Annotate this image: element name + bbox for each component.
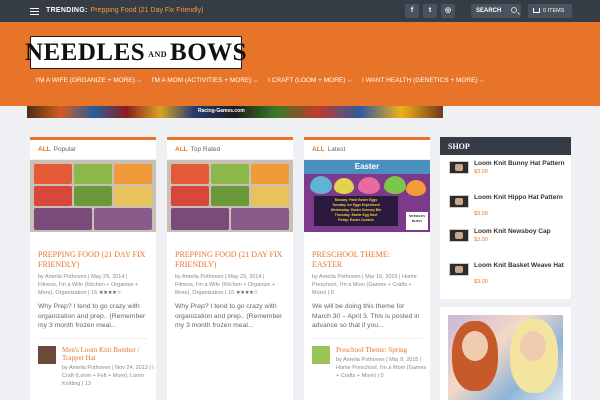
post-excerpt: Why Prep? I tend to go crazy with organi… bbox=[175, 303, 283, 329]
tab-all-label: ALL bbox=[175, 146, 188, 153]
twitter-icon[interactable]: t bbox=[423, 4, 437, 18]
site-logo[interactable]: NEEDLES AND BOWS bbox=[25, 36, 247, 69]
post-title[interactable]: PREPPING FOOD (21 DAY FIX FRIENDLY) bbox=[175, 250, 285, 270]
chevron-down-icon: ⌵ bbox=[347, 78, 352, 84]
nav-item-craft[interactable]: I CRAFT (LOOM + MORE) ⌵ bbox=[268, 77, 352, 85]
nav-item-wife[interactable]: I'M A WIFE (ORGANIZE + MORE) ⌵ bbox=[36, 77, 142, 85]
tab-popular[interactable]: ALL Popular bbox=[30, 140, 156, 160]
tab-label: Latest bbox=[327, 146, 346, 153]
logo-text-bows: BOWS bbox=[170, 38, 248, 66]
tab-all-label: ALL bbox=[312, 146, 325, 153]
nav-item-label: I CRAFT (LOOM + MORE) bbox=[268, 77, 346, 84]
schedule-line: Friday: Easter Cookies bbox=[338, 218, 374, 222]
post-meta: by Amelia Pothoven | Mar 16, 2015 | Home… bbox=[312, 274, 417, 296]
product-thumbnail[interactable] bbox=[449, 161, 469, 174]
ad-image[interactable] bbox=[448, 315, 563, 400]
instagram-icon[interactable]: ◎ bbox=[441, 4, 455, 18]
post-card-latest: ALL Latest Easter Monday: Paint Easter Eg… bbox=[304, 137, 430, 400]
post-meta: by Amelia Pothoven | May 29, 2014 | Fitn… bbox=[38, 273, 148, 297]
tab-top-rated[interactable]: ALL Top Rated bbox=[167, 140, 293, 160]
nav-item-label: I'M A WIFE (ORGANIZE + MORE) bbox=[36, 77, 135, 84]
trending-label: TRENDING: bbox=[46, 7, 88, 14]
main-nav: I'M A WIFE (ORGANIZE + MORE) ⌵ I'M A MOM … bbox=[36, 77, 484, 85]
post-thumbnail[interactable] bbox=[30, 160, 156, 232]
search-placeholder: SEARCH bbox=[476, 8, 502, 14]
divider bbox=[312, 337, 422, 339]
product-item[interactable]: Loom Knit Newsboy Cap $3.00 bbox=[440, 223, 571, 257]
menu-icon[interactable] bbox=[30, 8, 39, 15]
product-thumbnail[interactable] bbox=[449, 229, 469, 242]
tab-label: Popular bbox=[53, 146, 77, 153]
product-name[interactable]: Loom Knit Basket Weave Hat bbox=[474, 262, 566, 271]
facebook-icon[interactable]: f bbox=[405, 4, 419, 18]
product-thumbnail[interactable] bbox=[449, 263, 469, 276]
tab-all-label: ALL bbox=[38, 146, 51, 153]
product-item[interactable]: Loom Knit Bunny Hat Pattern $3.00 bbox=[440, 155, 571, 189]
post-meta: by Amelia Pothoven | May 29, 2014 | Fitn… bbox=[175, 273, 285, 297]
easter-image-heading: Easter bbox=[304, 160, 430, 174]
post-thumbnail[interactable] bbox=[167, 160, 293, 232]
sidebar-ad[interactable] bbox=[440, 307, 571, 400]
nav-item-health[interactable]: I WANT HEALTH (GENETICS + MORE) ⌵ bbox=[362, 77, 484, 85]
product-price: $3.00 bbox=[474, 211, 488, 217]
post-title[interactable]: PREPPING FOOD (21 DAY FIX FRIENDLY) bbox=[38, 250, 148, 270]
post-card-popular: ALL Popular PREPPING FOOD (21 DAY FIX FRI… bbox=[30, 137, 156, 400]
divider bbox=[38, 337, 148, 339]
nav-item-label: I WANT HEALTH (GENETICS + MORE) bbox=[361, 77, 478, 84]
search-icon[interactable] bbox=[511, 7, 517, 13]
chevron-down-icon: ⌵ bbox=[136, 78, 142, 84]
mini-post-title[interactable]: Men's Loom Knit Bomber / Trapper Hat bbox=[62, 346, 154, 363]
post-meta-text: by Amelia Pothoven | May 29, 2014 | Fitn… bbox=[175, 274, 276, 296]
cart-count: 0 ITEMS bbox=[543, 8, 565, 14]
easter-schedule: Monday: Paint Easter Eggs Tuesday: Ice E… bbox=[314, 196, 398, 226]
list-item[interactable]: Preschool Theme: Spring by Amelia Pothov… bbox=[312, 345, 426, 400]
post-card-top-rated: ALL Top Rated PREPPING FOOD (21 DAY FIX F… bbox=[167, 137, 293, 400]
search-input[interactable]: SEARCH bbox=[471, 4, 521, 18]
product-price: $3.00 bbox=[474, 279, 488, 285]
mini-post-meta: by Amelia Pothoven | Nov 24, 2013 | I Cr… bbox=[62, 364, 154, 387]
ad-banner[interactable]: Racing-Games.com bbox=[27, 106, 443, 118]
shop-widget: SHOP Loom Knit Bunny Hat Pattern $3.00 L… bbox=[440, 137, 571, 299]
cart-button[interactable]: 0 ITEMS bbox=[528, 4, 572, 18]
product-item[interactable]: Loom Knit Basket Weave Hat $3.00 bbox=[440, 257, 571, 297]
product-thumbnail[interactable] bbox=[449, 195, 469, 208]
post-thumbnail[interactable]: Easter Monday: Paint Easter Eggs Tuesday… bbox=[304, 160, 430, 232]
list-item[interactable]: Men's Loom Knit Bomber / Trapper Hat by … bbox=[38, 345, 154, 400]
mini-post-meta: by Amelia Pothoven | Mar 9, 2015 | Home … bbox=[336, 356, 427, 379]
watermark-logo: NEEDLES BOWS bbox=[406, 212, 428, 230]
post-title[interactable]: PRESCHOOL THEME: EASTER bbox=[312, 250, 422, 270]
logo-text-needles: NEEDLES bbox=[24, 38, 146, 66]
product-name[interactable]: Loom Knit Bunny Hat Pattern bbox=[474, 160, 566, 169]
product-item[interactable]: Loom Knit Hippo Hat Pattern $3.00 bbox=[440, 189, 571, 223]
nav-item-label: I'M A MOM (ACTIVITIES + MORE) bbox=[151, 77, 252, 84]
mini-thumbnail[interactable] bbox=[312, 345, 330, 364]
mini-post-title[interactable]: Preschool Theme: Spring bbox=[336, 346, 428, 355]
site-header: NEEDLES AND BOWS I'M A WIFE (ORGANIZE + … bbox=[0, 22, 600, 106]
product-name[interactable]: Loom Knit Hippo Hat Pattern bbox=[474, 194, 566, 203]
tab-label: Top Rated bbox=[190, 146, 221, 153]
banner-text: Racing-Games.com bbox=[198, 108, 245, 114]
top-bar: TRENDING: Prepping Food (21 Day Fix Frien… bbox=[0, 0, 600, 22]
nav-item-mom[interactable]: I'M A MOM (ACTIVITIES + MORE) ⌵ bbox=[152, 77, 259, 85]
rating-stars: ★★★★☆ bbox=[98, 290, 122, 296]
trending-ticker: TRENDING: Prepping Food (21 Day Fix Frien… bbox=[46, 7, 203, 14]
mini-thumbnail[interactable] bbox=[38, 345, 56, 364]
product-price: $3.00 bbox=[474, 169, 488, 175]
chevron-down-icon: ⌵ bbox=[479, 78, 485, 84]
chevron-down-icon: ⌵ bbox=[253, 78, 259, 84]
post-meta-text: by Amelia Pothoven | May 29, 2014 | Fitn… bbox=[38, 274, 139, 296]
shop-title: SHOP bbox=[440, 137, 571, 155]
product-price: $3.00 bbox=[474, 237, 488, 243]
cart-icon bbox=[533, 8, 540, 14]
logo-text-and: AND bbox=[148, 50, 168, 59]
rating-stars: ★★★★☆ bbox=[235, 290, 259, 296]
trending-link[interactable]: Prepping Food (21 Day Fix Friendly) bbox=[91, 7, 204, 14]
post-excerpt: Why Prep? I tend to go crazy with organi… bbox=[38, 303, 146, 329]
post-excerpt: We will be doing this theme for March 30… bbox=[312, 303, 420, 329]
product-name[interactable]: Loom Knit Newsboy Cap bbox=[474, 228, 566, 237]
tab-latest[interactable]: ALL Latest bbox=[304, 140, 430, 160]
